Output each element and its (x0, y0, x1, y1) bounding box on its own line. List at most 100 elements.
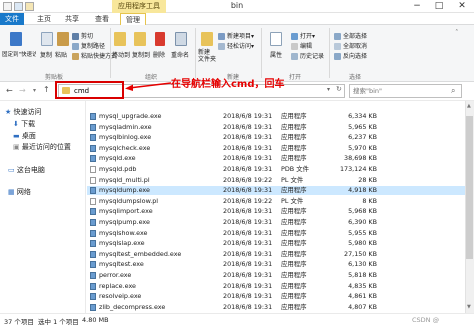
file-row[interactable]: mysqlcheck.exe 2018/6/8 19:31 应用程序 5,970 KB (87, 144, 465, 153)
tab-home[interactable]: 主页 (33, 13, 55, 25)
history-button[interactable]: 历史记录 (291, 51, 324, 60)
new-item-button[interactable]: 新建项目▾ (218, 31, 254, 40)
save-icon[interactable] (14, 2, 23, 11)
file-size: 4,918 KB (348, 186, 377, 194)
file-row[interactable]: mysqltest.exe 2018/6/8 19:31 应用程序 6,130 KB (87, 260, 465, 269)
file-row[interactable]: zlib_decompress.exe 2018/6/8 19:31 应用程序 4,8… (87, 303, 465, 312)
scroll-up-icon[interactable]: ▲ (467, 103, 471, 109)
file-size: 27,150 KB (344, 250, 377, 258)
delete-button[interactable]: 删除 (153, 50, 165, 59)
file-type: PL 文件 (281, 176, 304, 184)
file-type: 应用程序 (281, 250, 307, 258)
recent-dropdown-icon[interactable]: ▾ (33, 87, 36, 94)
file-date: 2018/6/8 19:22 (223, 197, 273, 205)
file-row[interactable]: mysqlpump.exe 2018/6/8 19:31 应用程序 6,390 KB (87, 218, 465, 227)
properties-button[interactable]: 属性 (270, 50, 282, 59)
file-row[interactable]: mysqladmin.exe 2018/6/8 19:31 应用程序 5,965 KB (87, 123, 465, 132)
file-size: 8 KB (362, 197, 377, 205)
select-all-button[interactable]: 全部选择 (334, 31, 367, 40)
copy-path-label: 复制路径 (81, 43, 106, 50)
copy-icon[interactable] (41, 32, 53, 46)
move-to-button[interactable]: 移动到 (112, 50, 130, 59)
forward-arrow-icon[interactable]: → (19, 86, 26, 95)
recent-icon: ▣ (13, 143, 20, 151)
search-icon[interactable]: ⌕ (451, 86, 455, 96)
scrollbar-thumb[interactable] (466, 116, 473, 259)
refresh-icon[interactable]: ↻ (336, 85, 342, 93)
copy-path-button[interactable]: 复制路径 (72, 41, 105, 50)
invert-selection-label: 反向选择 (343, 53, 368, 60)
open-label: 打开▾ (300, 33, 316, 40)
nav-item-desktop[interactable]: ▬ 桌面 (13, 131, 36, 142)
search-box[interactable]: ⌕ (349, 84, 462, 98)
nav-item-this-pc[interactable]: ▭ 这台电脑 (8, 165, 45, 176)
nav-item-recent[interactable]: ▣ 最近访问的位置 (13, 142, 71, 153)
nav-item-downloads[interactable]: ⬇ 下载 (13, 119, 35, 130)
tab-view[interactable]: 查看 (91, 13, 113, 25)
file-row[interactable]: resolveip.exe 2018/6/8 19:31 应用程序 4,861 KB (87, 292, 465, 301)
file-row[interactable]: mysqld.pdb 2018/6/8 19:31 PDB 文件 173,124 KB (87, 165, 465, 174)
move-to-icon[interactable] (114, 32, 126, 46)
file-row[interactable]: mysqlshow.exe 2018/6/8 19:31 应用程序 5,955 KB (87, 229, 465, 238)
minimize-button[interactable]: − (406, 0, 428, 12)
file-type: PDB 文件 (281, 165, 309, 173)
watermark: CSDN @ (412, 316, 440, 324)
file-row[interactable]: mysqlimport.exe 2018/6/8 19:31 应用程序 5,968 K… (87, 207, 465, 216)
collapse-ribbon-icon[interactable]: ˆ (455, 29, 459, 37)
address-dropdown-icon[interactable]: ▾ (327, 86, 330, 93)
easy-access-button[interactable]: 轻松访问▾ (218, 41, 254, 50)
new-folder-icon[interactable] (201, 32, 213, 46)
file-icon (90, 177, 96, 184)
new-folder-button[interactable]: 新建 文件夹 (198, 49, 216, 63)
cut-button[interactable]: 剪切 (72, 31, 93, 40)
properties-icon[interactable] (270, 32, 282, 46)
select-all-label: 全部选择 (343, 33, 368, 40)
file-size: 5,965 KB (348, 123, 377, 131)
file-size: 5,970 KB (348, 144, 377, 152)
file-row[interactable]: replace.exe 2018/6/8 19:31 应用程序 4,835 KB (87, 282, 465, 291)
file-row[interactable]: mysqlslap.exe 2018/6/8 19:31 应用程序 5,980 KB (87, 239, 465, 248)
file-date: 2018/6/8 19:31 (223, 144, 273, 152)
file-row[interactable]: mysqld.exe 2018/6/8 19:31 应用程序 38,698 KB (87, 154, 465, 163)
file-row[interactable]: mysqltest_embedded.exe 2018/6/8 19:31 应用程序… (87, 250, 465, 259)
invert-selection-button[interactable]: 反向选择 (334, 51, 367, 60)
tab-manage[interactable]: 管理 (120, 13, 146, 25)
nav-item-quick-access[interactable]: ★ 快速访问 (5, 107, 42, 118)
easy-access-label: 轻松访问▾ (227, 43, 255, 50)
rename-button[interactable]: 重命名 (171, 50, 189, 59)
edit-button[interactable]: 编辑 (291, 41, 312, 50)
pin-button[interactable]: 固定到"快速访问" (2, 50, 36, 58)
file-row[interactable]: mysqldump.exe 2018/6/8 19:31 应用程序 4,918 KB (87, 186, 465, 195)
close-button[interactable]: ✕ (451, 0, 473, 12)
search-input[interactable] (353, 86, 448, 96)
easy-access-icon (218, 43, 225, 50)
file-row[interactable]: mysql_upgrade.exe 2018/6/8 19:31 应用程序 6,334… (87, 112, 465, 121)
new-folder-icon[interactable] (25, 2, 34, 11)
file-date: 2018/6/8 19:31 (223, 250, 273, 258)
file-row[interactable]: mysqldumpslow.pl 2018/6/8 19:22 PL 文件 8 KB (87, 197, 465, 206)
copy-button[interactable]: 复制 (40, 50, 52, 59)
scroll-down-icon[interactable]: ▼ (467, 304, 471, 310)
rename-icon[interactable] (175, 32, 187, 46)
file-date: 2018/6/8 19:31 (223, 154, 273, 162)
copy-to-button[interactable]: 复制到 (132, 50, 150, 59)
back-arrow-icon[interactable]: ← (6, 86, 13, 95)
new-item-label: 新建项目▾ (227, 33, 255, 40)
paste-button[interactable]: 粘贴 (55, 50, 67, 59)
file-row[interactable]: mysqlbinlog.exe 2018/6/8 19:31 应用程序 6,237 K… (87, 133, 465, 142)
tab-file[interactable]: 文件 (0, 13, 24, 25)
select-none-button[interactable]: 全部取消 (334, 41, 367, 50)
copy-to-icon[interactable] (134, 32, 146, 46)
file-size: 4,807 KB (348, 303, 377, 311)
file-row[interactable]: perror.exe 2018/6/8 19:31 应用程序 5,818 KB (87, 271, 465, 280)
file-type: 应用程序 (281, 292, 307, 300)
pin-icon[interactable] (10, 32, 22, 46)
delete-icon[interactable] (155, 32, 165, 46)
nav-item-network[interactable]: ▦ 网络 (8, 187, 31, 198)
maximize-button[interactable]: □ (428, 0, 450, 12)
up-arrow-icon[interactable]: ↑ (43, 85, 50, 94)
paste-icon[interactable] (57, 32, 69, 46)
tab-share[interactable]: 共享 (61, 13, 83, 25)
open-button[interactable]: 打开▾ (291, 31, 315, 40)
file-row[interactable]: mysqld_multi.pl 2018/6/8 19:22 PL 文件 28 KB (87, 176, 465, 185)
